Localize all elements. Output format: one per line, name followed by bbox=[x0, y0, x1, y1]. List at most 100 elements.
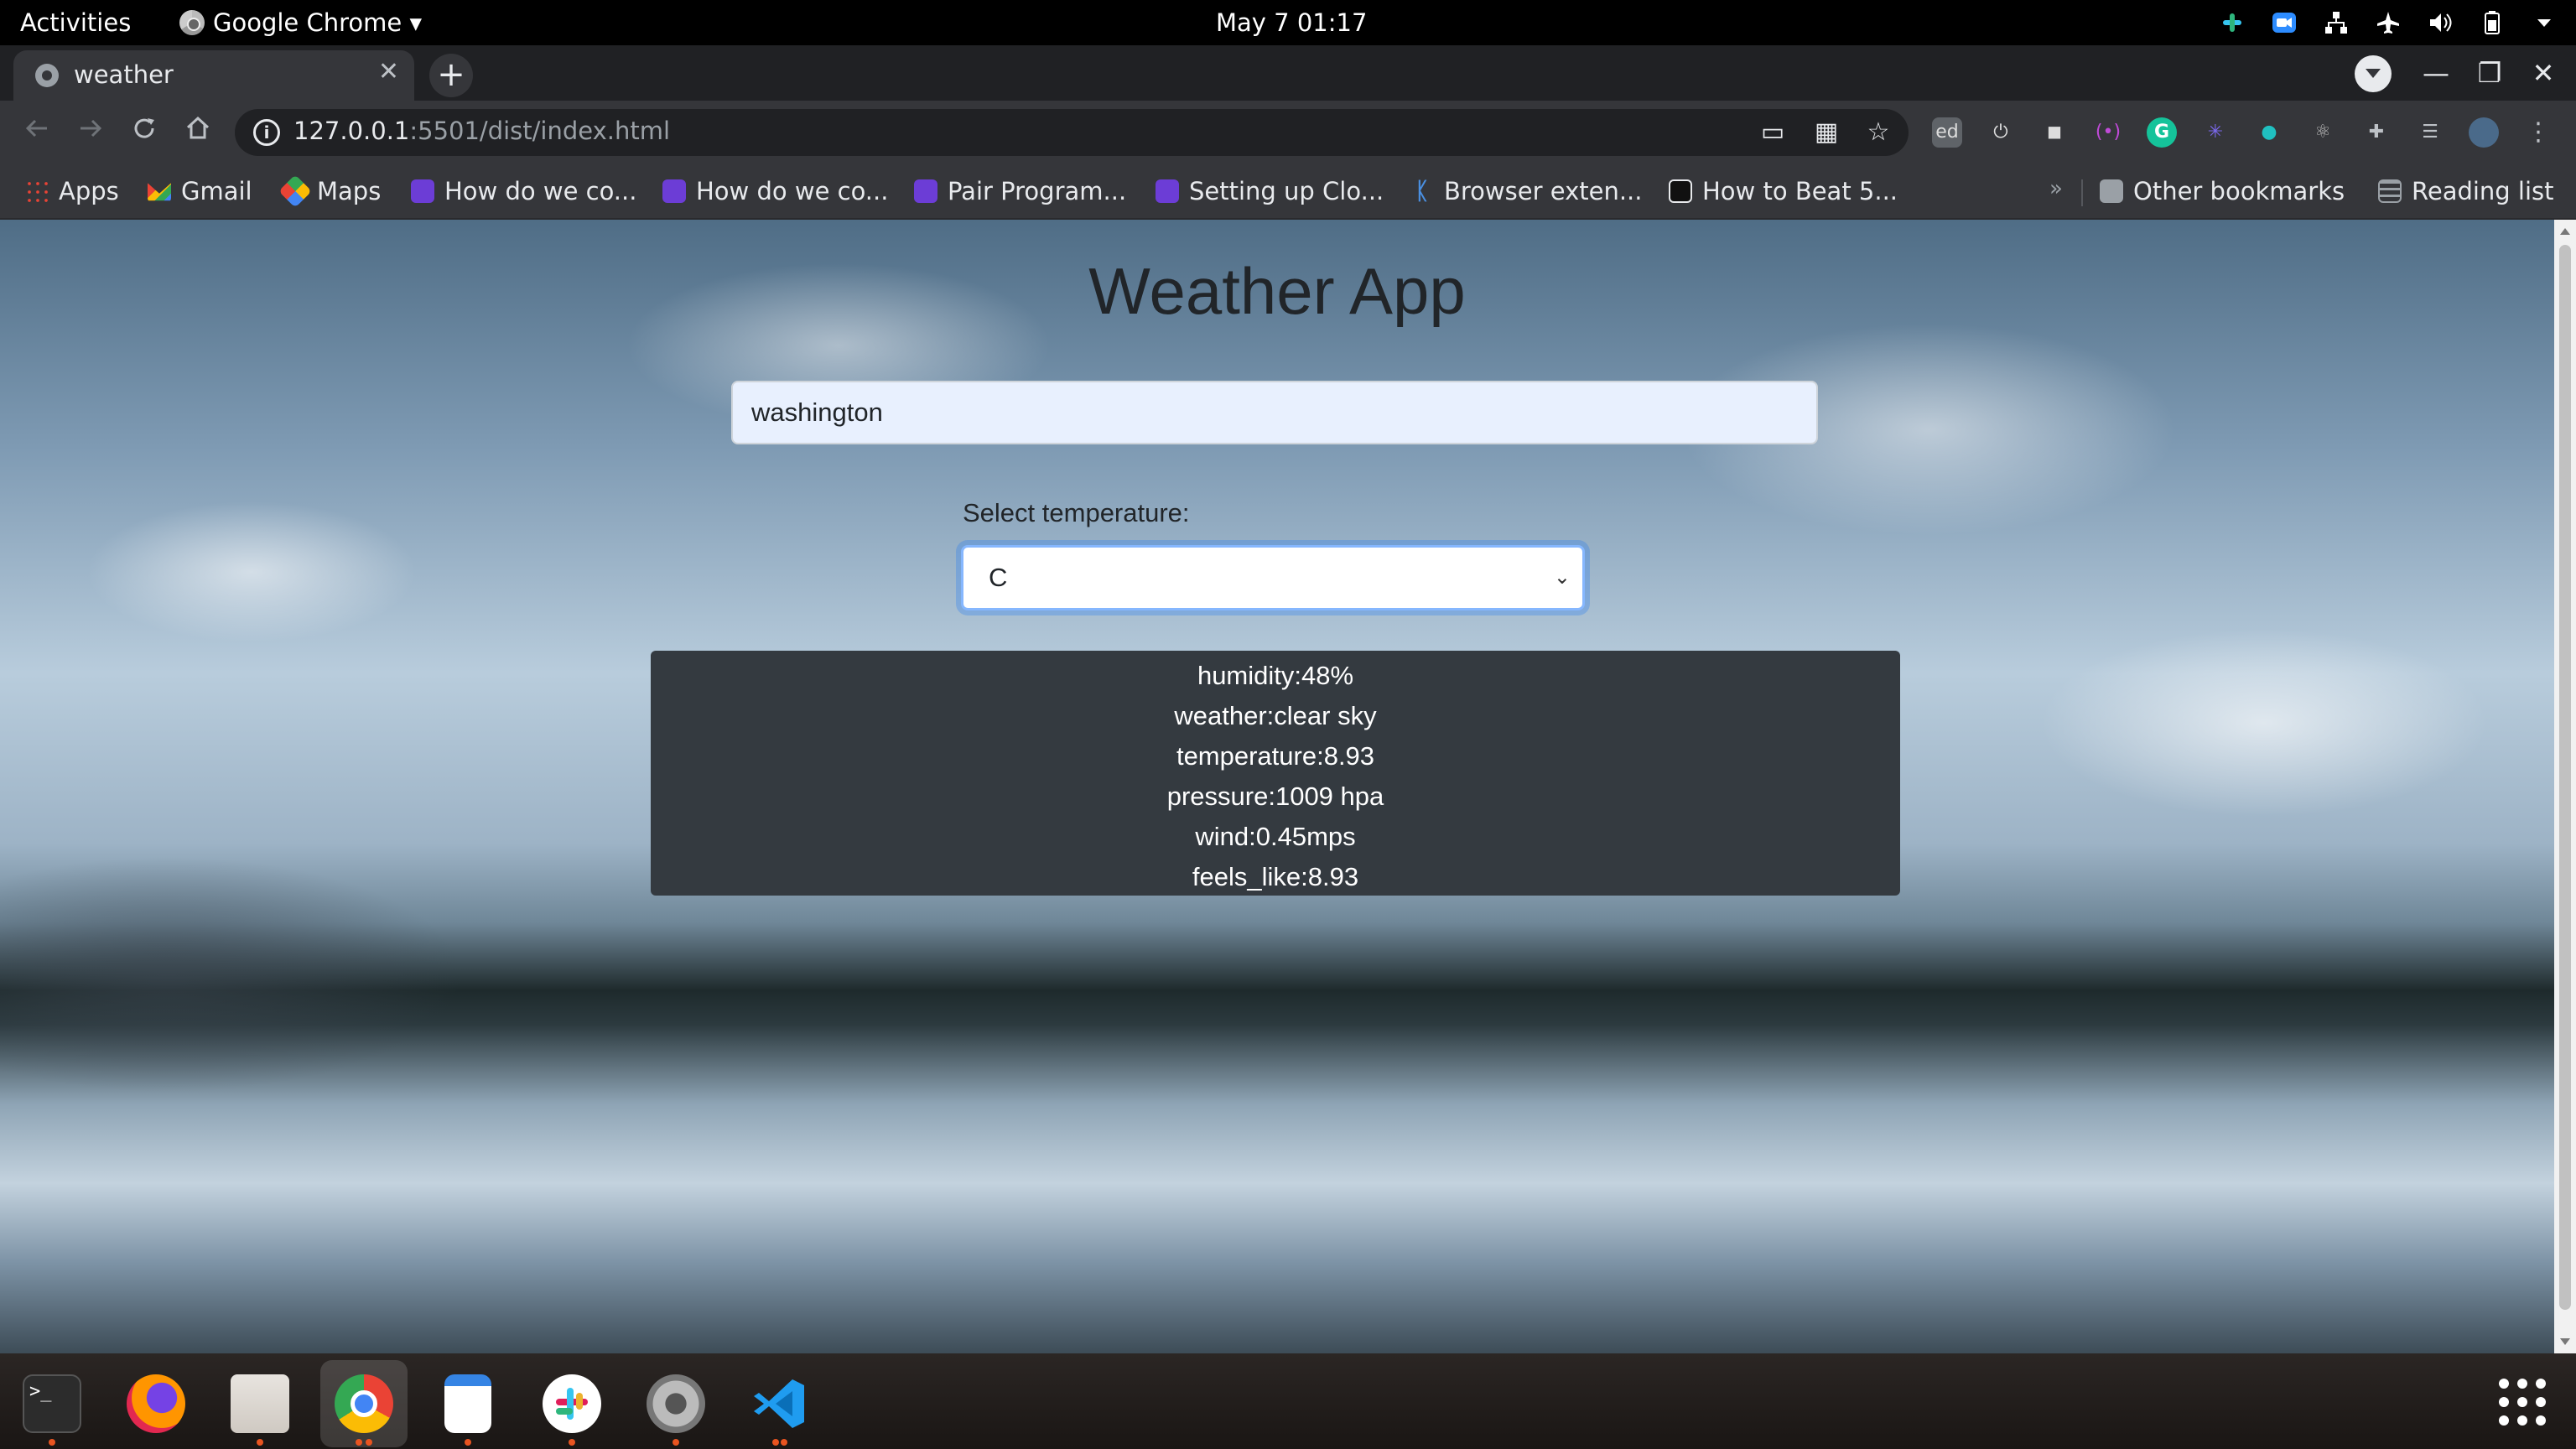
bookmark-pair-program[interactable]: Pair Program... bbox=[914, 176, 1126, 206]
ext-square-icon[interactable]: ◼ bbox=[2039, 117, 2070, 148]
gmail-icon bbox=[148, 183, 171, 201]
dock-slack[interactable] bbox=[528, 1360, 615, 1447]
dock-settings[interactable] bbox=[632, 1360, 719, 1447]
running-indicator bbox=[569, 1439, 575, 1446]
bookmark-label: How to Beat 5... bbox=[1702, 177, 1898, 205]
url-text[interactable]: 127.0.0.1:5501/dist/index.html bbox=[293, 117, 670, 145]
minimize-button[interactable]: — bbox=[2415, 52, 2457, 94]
scroll-up-icon[interactable] bbox=[2560, 228, 2570, 235]
result-feels-like: feels_like:8.93 bbox=[1192, 862, 1359, 891]
forward-button[interactable] bbox=[67, 109, 114, 156]
activities-button[interactable]: Activities bbox=[20, 0, 131, 45]
battery-icon[interactable] bbox=[2479, 9, 2506, 36]
profile-avatar[interactable] bbox=[2469, 117, 2499, 148]
url-host: 127.0.0.1 bbox=[293, 117, 410, 145]
bookmark-star-icon[interactable]: ☆ bbox=[1863, 117, 1893, 148]
volume-icon[interactable] bbox=[2427, 9, 2454, 36]
reload-icon bbox=[134, 118, 154, 138]
bookmark-label: How do we co... bbox=[696, 177, 889, 205]
dock-firefox[interactable] bbox=[112, 1360, 200, 1447]
ext-power-icon[interactable]: ⏻ bbox=[1986, 117, 2016, 148]
running-indicator bbox=[49, 1439, 55, 1446]
extensions-puzzle-icon[interactable]: ✚ bbox=[2361, 117, 2392, 148]
page-scrollbar[interactable] bbox=[2554, 220, 2576, 1353]
reading-list-label: Reading list bbox=[2412, 177, 2554, 205]
maximize-button[interactable]: ❐ bbox=[2469, 52, 2511, 94]
city-search-input[interactable] bbox=[731, 381, 1818, 444]
cast-icon[interactable]: ▭ bbox=[1758, 117, 1788, 148]
ext-star-icon[interactable]: ✳ bbox=[2200, 117, 2231, 148]
zoom-icon[interactable] bbox=[2271, 9, 2298, 36]
address-bar[interactable]: i 127.0.0.1:5501/dist/index.html ▭ ▦ ☆ bbox=[235, 109, 1909, 156]
react-devtools-icon[interactable]: ⚛ bbox=[2308, 117, 2338, 148]
show-applications-icon[interactable] bbox=[2499, 1379, 2546, 1426]
firefox-icon bbox=[127, 1374, 185, 1433]
home-button[interactable] bbox=[174, 109, 221, 156]
grammarly-icon[interactable]: G bbox=[2147, 117, 2177, 148]
scroll-down-icon[interactable] bbox=[2560, 1338, 2570, 1345]
purple-bookmark-icon bbox=[914, 179, 937, 203]
result-pressure: pressure:1009 hpa bbox=[1166, 782, 1384, 811]
browser-toolbar: i 127.0.0.1:5501/dist/index.html ▭ ▦ ☆ e… bbox=[0, 101, 2576, 164]
bookmark-browser-exten[interactable]: ᛕ Browser exten... bbox=[1410, 176, 1642, 206]
temperature-unit-select[interactable]: C ⌄ bbox=[961, 545, 1585, 610]
clock[interactable]: May 7 01:17 bbox=[1216, 0, 1367, 45]
tab-close-icon[interactable]: ✕ bbox=[378, 57, 399, 86]
tab-search-button[interactable] bbox=[2355, 55, 2392, 92]
temperature-unit-value: C bbox=[989, 563, 1008, 592]
back-arrow-icon bbox=[25, 119, 47, 138]
bookmark-how-do-we-co-1[interactable]: How do we co... bbox=[411, 176, 636, 206]
purple-bookmark-icon bbox=[411, 179, 434, 203]
ext-dot-icon[interactable]: ● bbox=[2254, 117, 2284, 148]
bookmarks-bar: Apps Gmail Maps How do we co... How do w… bbox=[0, 164, 2576, 220]
bookmark-how-do-we-co-2[interactable]: How do we co... bbox=[662, 176, 888, 206]
dock-chrome[interactable] bbox=[320, 1360, 408, 1447]
ext-ed-icon[interactable]: ed bbox=[1932, 117, 1962, 148]
gnome-top-bar: Activities Google Chrome ▾ May 7 01:17 bbox=[0, 0, 2576, 45]
network-icon[interactable] bbox=[2323, 9, 2350, 36]
back-button[interactable] bbox=[13, 109, 60, 156]
site-info-icon[interactable]: i bbox=[253, 119, 280, 146]
bookmark-label: Setting up Clo... bbox=[1189, 177, 1384, 205]
dock-text-editor[interactable] bbox=[424, 1360, 512, 1447]
url-path: :5501/dist/index.html bbox=[409, 117, 671, 145]
chevron-down-icon: ⌄ bbox=[1553, 566, 1571, 589]
airplane-icon[interactable] bbox=[2375, 9, 2402, 36]
scrollbar-thumb[interactable] bbox=[2559, 245, 2571, 1310]
media-control-icon[interactable]: ☰ bbox=[2415, 117, 2445, 148]
chrome-menu-icon[interactable]: ⋮ bbox=[2526, 117, 2551, 148]
k-bookmark-icon: ᛕ bbox=[1410, 179, 1434, 203]
dock-vscode[interactable] bbox=[736, 1360, 823, 1447]
dock-terminal[interactable]: >_ bbox=[8, 1360, 96, 1447]
reading-list-icon bbox=[2378, 179, 2402, 203]
bookmark-gmail[interactable]: Gmail bbox=[148, 176, 252, 206]
vscode-icon bbox=[750, 1374, 809, 1433]
app-menu[interactable]: Google Chrome ▾ bbox=[179, 0, 422, 45]
running-indicator bbox=[772, 1439, 779, 1446]
system-menu-icon[interactable] bbox=[2531, 9, 2558, 36]
tab-strip: weather ✕ + — ❐ ✕ bbox=[0, 45, 2576, 101]
bookmark-maps[interactable]: Maps bbox=[278, 174, 381, 208]
result-temperature: temperature:8.93 bbox=[1176, 741, 1375, 771]
system-tray[interactable] bbox=[2219, 0, 2558, 45]
close-window-button[interactable]: ✕ bbox=[2522, 52, 2564, 94]
bookmark-apps[interactable]: Apps bbox=[25, 176, 119, 206]
reload-button[interactable] bbox=[121, 109, 168, 156]
dock-files[interactable] bbox=[216, 1360, 304, 1447]
home-icon bbox=[186, 116, 210, 139]
bookmark-setting-up-clo[interactable]: Setting up Clo... bbox=[1156, 176, 1384, 206]
ext-signal-icon[interactable]: (•) bbox=[2093, 117, 2123, 148]
running-indicator bbox=[257, 1439, 263, 1446]
bookmarks-overflow-button[interactable]: » bbox=[2049, 176, 2063, 201]
new-tab-button[interactable]: + bbox=[429, 54, 473, 97]
qr-code-icon[interactable]: ▦ bbox=[1811, 117, 1841, 148]
purple-bookmark-icon bbox=[662, 179, 686, 203]
reading-list[interactable]: Reading list bbox=[2378, 176, 2554, 206]
bookmark-how-to-beat[interactable]: How to Beat 5... bbox=[1669, 176, 1898, 206]
running-indicator bbox=[673, 1439, 679, 1446]
other-bookmarks[interactable]: Other bookmarks bbox=[2100, 176, 2345, 206]
tab-weather[interactable]: weather ✕ bbox=[13, 50, 414, 101]
slack-icon[interactable] bbox=[2219, 9, 2246, 36]
purple-bookmark-icon bbox=[1156, 179, 1179, 203]
maps-icon bbox=[278, 174, 312, 208]
